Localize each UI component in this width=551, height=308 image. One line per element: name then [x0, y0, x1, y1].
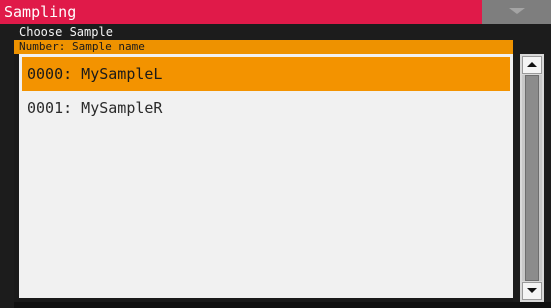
scroll-up-button[interactable] [522, 56, 542, 74]
scroll-track[interactable] [522, 75, 542, 281]
list-item[interactable]: 0001: MySampleR [22, 91, 510, 125]
vertical-scrollbar[interactable] [520, 54, 544, 302]
scroll-down-arrow-icon [527, 288, 537, 293]
scroll-down-button[interactable] [522, 282, 542, 300]
sampling-screen: Sampling Choose Sample Number: Sample na… [0, 0, 551, 308]
list-header: Number: Sample name [14, 40, 513, 54]
scroll-thumb[interactable] [525, 75, 539, 281]
list-header-label: Number: Sample name [19, 40, 145, 53]
scroll-up-arrow-icon [527, 62, 537, 67]
bottom-edge [14, 302, 551, 308]
chevron-down-icon [509, 8, 525, 14]
list-item-selected[interactable]: 0000: MySampleL [22, 57, 510, 91]
panel-label: Choose Sample [19, 25, 113, 39]
page-title: Sampling [4, 3, 77, 21]
title-bar: Sampling [0, 0, 551, 24]
sample-list[interactable]: 0000: MySampleL 0001: MySampleR [19, 54, 513, 298]
page-menu-button[interactable] [482, 0, 551, 24]
